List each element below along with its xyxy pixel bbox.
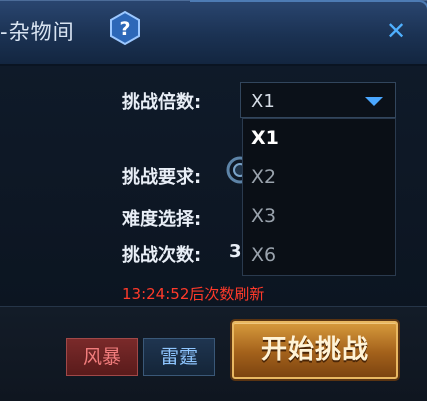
difficulty-label: 难度选择:: [122, 209, 202, 230]
multiplier-label: 挑战倍数:: [122, 92, 202, 113]
chevron-down-icon: [365, 97, 383, 106]
storm-mode-button[interactable]: 风暴: [66, 338, 138, 376]
option-x2[interactable]: X2: [251, 166, 276, 188]
option-x1[interactable]: X1: [251, 127, 279, 149]
requirement-label: 挑战要求:: [122, 167, 202, 188]
multiplier-select[interactable]: X1: [240, 82, 396, 118]
title-ornament: [190, 0, 427, 14]
option-x6[interactable]: X6: [251, 244, 276, 266]
dialog-title: -杂物间: [0, 20, 75, 44]
title-bar: -杂物间 ? ✕: [0, 0, 427, 66]
svg-text:?: ?: [119, 18, 130, 40]
count-label: 挑战次数:: [122, 245, 202, 266]
count-value: 3: [229, 241, 242, 262]
multiplier-dropdown-list: X1 X2 X3 X6: [242, 118, 396, 276]
thunder-mode-button[interactable]: 雷霆: [143, 338, 215, 376]
close-icon[interactable]: ✕: [385, 19, 407, 43]
multiplier-selected-value: X1: [251, 91, 275, 112]
start-challenge-button[interactable]: 开始挑战: [232, 321, 398, 379]
help-icon[interactable]: ?: [107, 10, 143, 46]
refresh-timer-text: 13:24:52后次数刷新: [122, 285, 265, 303]
option-x3[interactable]: X3: [251, 205, 276, 227]
challenge-dialog: -杂物间 ? ✕ 挑战倍数: X1 挑战要求: 难度选择: 挑战次数: 3 X1…: [0, 0, 427, 401]
